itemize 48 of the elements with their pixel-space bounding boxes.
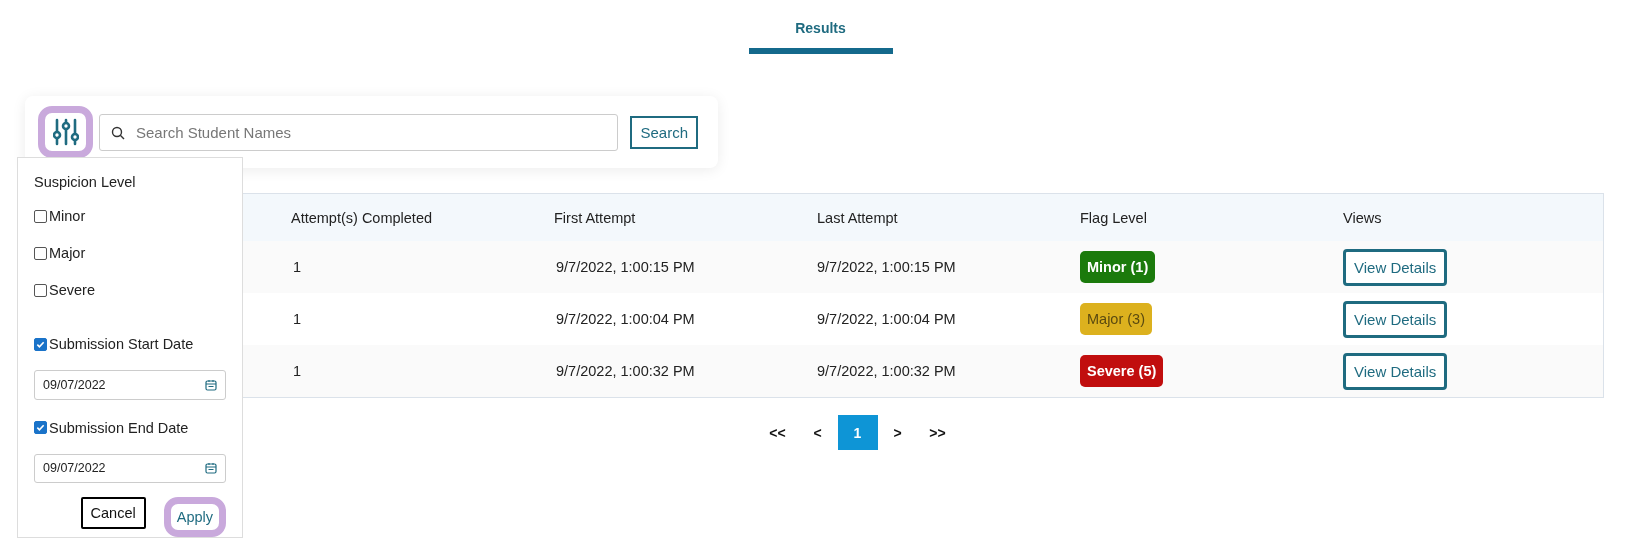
level-checkbox[interactable]: Minor <box>34 208 226 224</box>
table-cell-text: 1 <box>292 259 303 275</box>
apply-button[interactable]: Apply <box>163 497 226 537</box>
calendar-icon[interactable] <box>205 378 217 391</box>
page-button[interactable]: > <box>877 415 918 450</box>
table-cell-text: 9/7/2022, 1:00:15 PM <box>555 259 696 275</box>
page-button[interactable]: << <box>757 415 798 450</box>
level-checkbox[interactable]: Major <box>34 245 226 261</box>
column-header: Attempt(s) Completed <box>291 209 434 226</box>
date-field[interactable]: 09/07/2022 <box>34 453 226 483</box>
table-cell-text: 9/7/2022, 1:00:04 PM <box>555 311 696 327</box>
view-details-button[interactable]: View Details <box>1343 300 1448 338</box>
search-button[interactable]: Search <box>630 115 698 149</box>
table-cell-text: 9/7/2022, 1:00:04 PM <box>817 311 957 327</box>
page-button[interactable]: >> <box>917 415 958 450</box>
filter-button[interactable] <box>38 106 93 158</box>
search-field[interactable]: Search Student Names <box>99 113 619 151</box>
results-tab[interactable]: Results <box>748 20 893 54</box>
column-header: Views <box>1343 209 1383 226</box>
column-header: Flag Level <box>1080 209 1148 226</box>
date-field[interactable]: 09/07/2022 <box>34 370 226 400</box>
date-checkbox[interactable]: Submission End Date <box>34 419 226 436</box>
flag-badge: Major (3) <box>1080 303 1152 335</box>
view-details-button[interactable]: View Details <box>1343 352 1448 390</box>
sliders-icon <box>52 118 79 146</box>
view-details-button[interactable]: View Details <box>1343 248 1448 286</box>
checkbox-square[interactable] <box>34 337 47 351</box>
flag-badge: Minor (1) <box>1080 251 1156 283</box>
date-checkbox[interactable]: Submission Start Date <box>34 336 226 352</box>
table-cell-text: 1 <box>292 363 303 379</box>
table-cell-text: 9/7/2022, 1:00:15 PM <box>817 259 957 275</box>
cancel-button[interactable]: Cancel <box>80 497 146 529</box>
flag-badge: Severe (5) <box>1080 355 1164 387</box>
checkbox-square[interactable] <box>34 421 47 434</box>
panel-title: Suspicion Level <box>34 174 137 190</box>
table-cell-text: 9/7/2022, 1:00:32 PM <box>555 363 696 379</box>
date-value: 09/07/2022 <box>43 461 106 476</box>
checkbox-square[interactable] <box>34 283 47 297</box>
level-checkbox[interactable]: Severe <box>34 282 226 298</box>
checkbox-square[interactable] <box>34 246 47 260</box>
table-cell-text: 9/7/2022, 1:00:32 PM <box>817 363 957 379</box>
checkbox-square[interactable] <box>34 209 47 223</box>
date-value: 09/07/2022 <box>43 377 106 392</box>
page-button[interactable]: < <box>797 415 838 450</box>
column-header: Last Attempt <box>817 209 899 226</box>
column-header: First Attempt <box>554 209 637 226</box>
table-cell-text: 1 <box>292 311 303 327</box>
calendar-icon[interactable] <box>205 462 217 475</box>
